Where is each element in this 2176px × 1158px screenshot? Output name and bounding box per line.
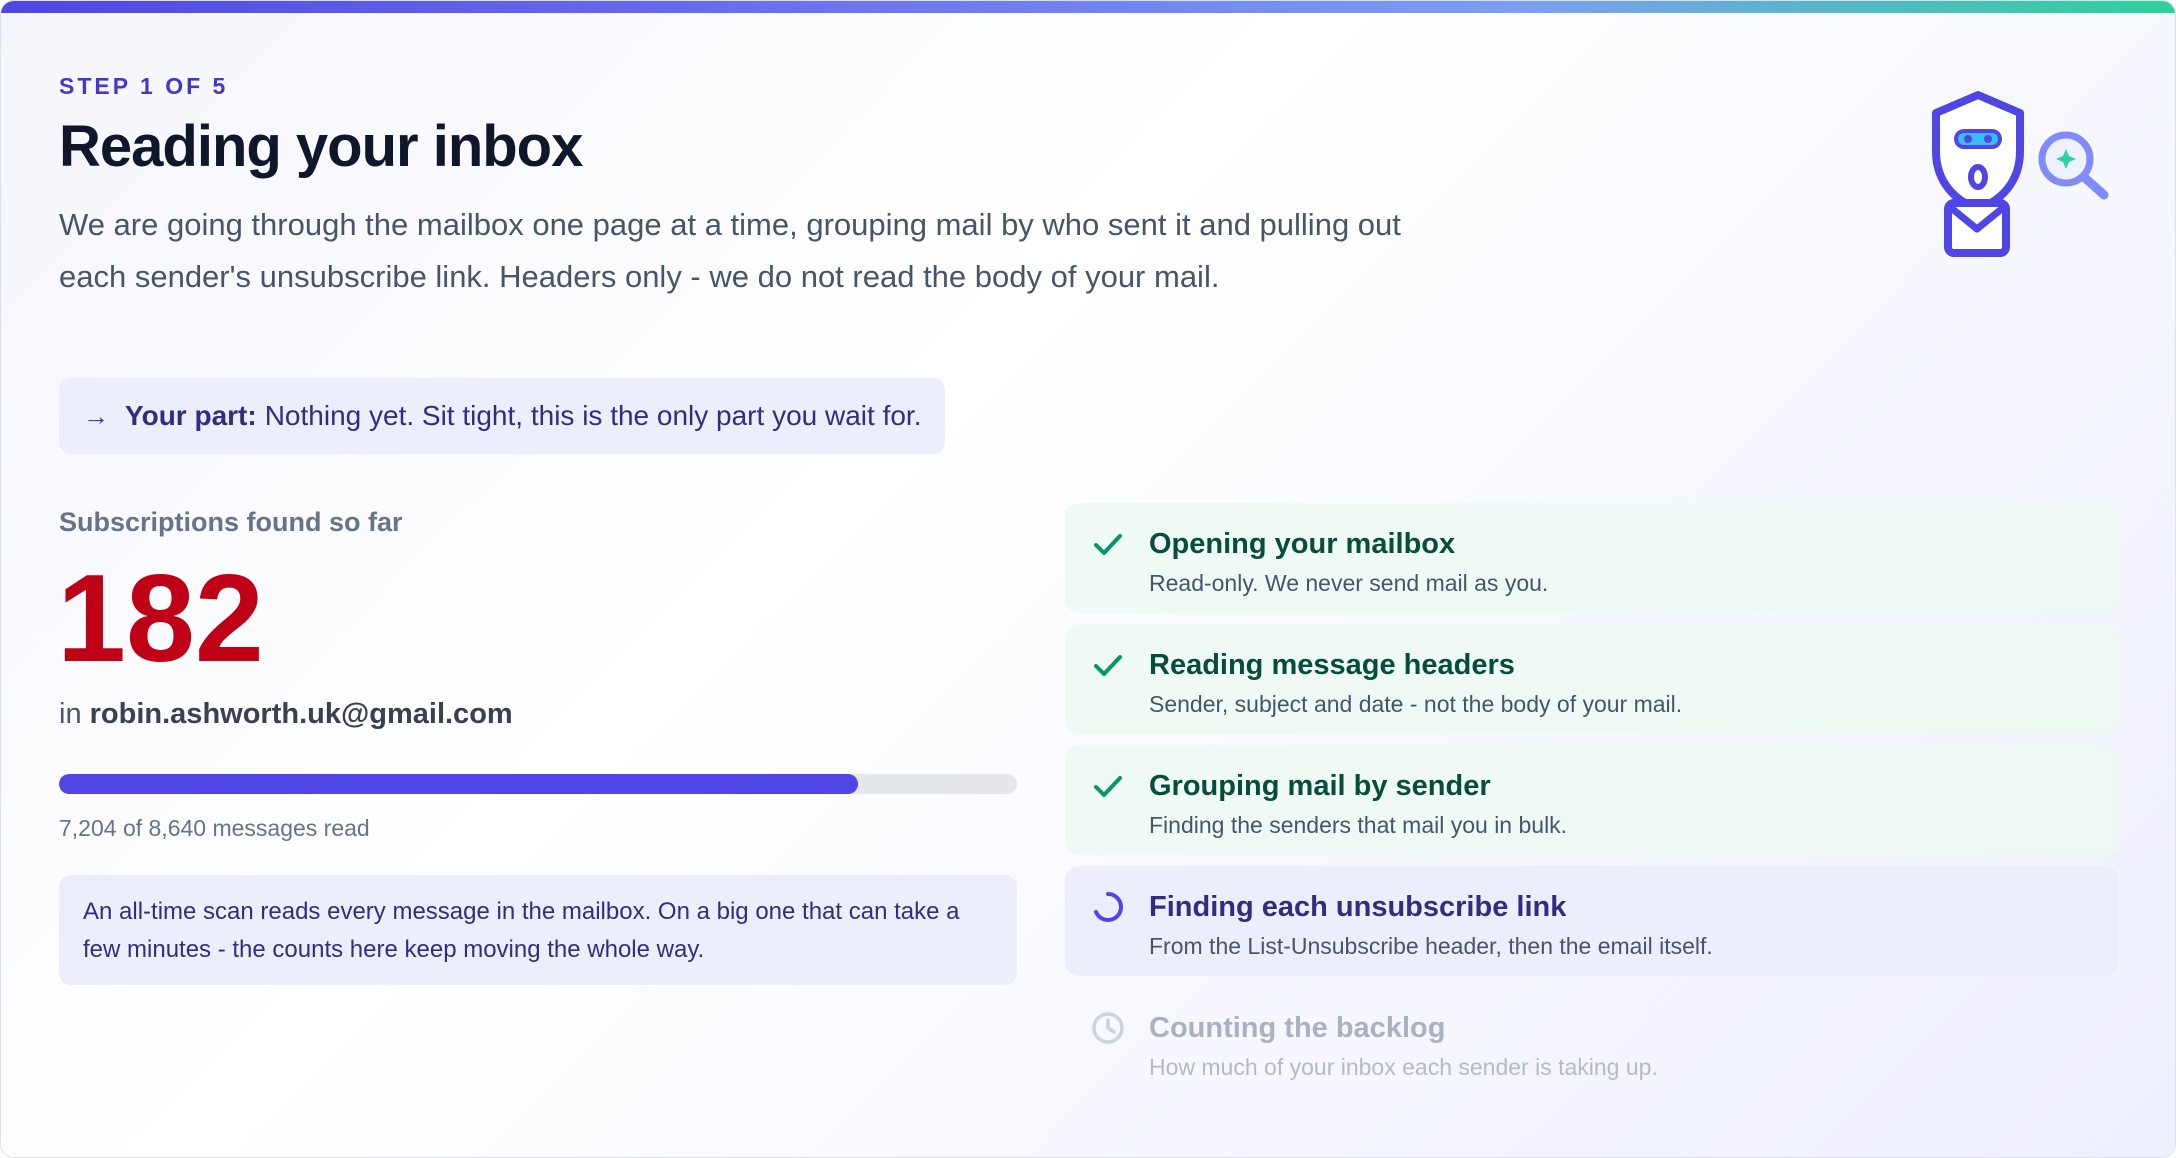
intro-text: We are going through the mailbox one pag…: [59, 207, 1401, 294]
step-title: Counting the backlog: [1149, 1012, 1446, 1044]
your-part-label: Your part:: [125, 400, 257, 431]
step-item: Opening your mailbox Read-only. We never…: [1065, 503, 2119, 613]
step-subtitle: Read-only. We never send mail as you.: [1149, 570, 1549, 596]
scan-info-note: An all-time scan reads every message in …: [59, 875, 1017, 985]
subscriptions-count: 182: [57, 550, 264, 688]
step-subtitle: How much of your inbox each sender is ta…: [1149, 1054, 1658, 1080]
found-label: Subscriptions found so far: [59, 507, 403, 537]
robot-inspector-icon: [1932, 91, 2109, 257]
page-title: Reading your inbox: [59, 114, 583, 179]
in-prefix: in: [59, 698, 82, 730]
step-indicator: STEP 1 OF 5: [59, 73, 229, 99]
scan-progress-card: STEP 1 OF 5 Reading your inbox We are go…: [0, 0, 2176, 1158]
arrow-right-icon: →: [83, 400, 109, 431]
step-item: Reading message headers Sender, subject …: [1065, 624, 2119, 734]
top-gradient-bar: [1, 1, 2175, 13]
step-title: Finding each unsubscribe link: [1149, 891, 1567, 923]
progress-bar: [59, 774, 1017, 794]
step-title: Opening your mailbox: [1149, 528, 1456, 560]
step-subtitle: Finding the senders that mail you in bul…: [1149, 812, 1568, 838]
email-address: robin.ashworth.uk@gmail.com: [89, 698, 513, 730]
progress-fill: [59, 774, 858, 794]
step-subtitle: From the List-Unsubscribe header, then t…: [1149, 933, 1713, 959]
check-icon: [1089, 646, 1127, 684]
progress-text: 7,204 of 8,640 messages read: [59, 815, 370, 841]
spinner-icon: [1089, 888, 1127, 926]
step-item: Grouping mail by sender Finding the send…: [1065, 745, 2119, 855]
step-item: Finding each unsubscribe link From the L…: [1065, 866, 2119, 976]
step-title: Grouping mail by sender: [1149, 770, 1491, 802]
check-icon: [1089, 525, 1127, 563]
step-subtitle: Sender, subject and date - not the body …: [1149, 691, 1683, 717]
your-part-text: Nothing yet. Sit tight, this is the only…: [264, 400, 922, 431]
step-title: Reading message headers: [1149, 649, 1515, 681]
step-item: Counting the backlog How much of your in…: [1065, 987, 2119, 1097]
your-part-callout: → Your part: Nothing yet. Sit tight, thi…: [59, 378, 946, 454]
mailbox-email: in robin.ashworth.uk@gmail.com: [59, 698, 513, 731]
steps-list: Opening your mailbox Read-only. We never…: [1065, 503, 2119, 1108]
check-icon: [1089, 767, 1127, 805]
clock-icon: [1089, 1009, 1127, 1047]
